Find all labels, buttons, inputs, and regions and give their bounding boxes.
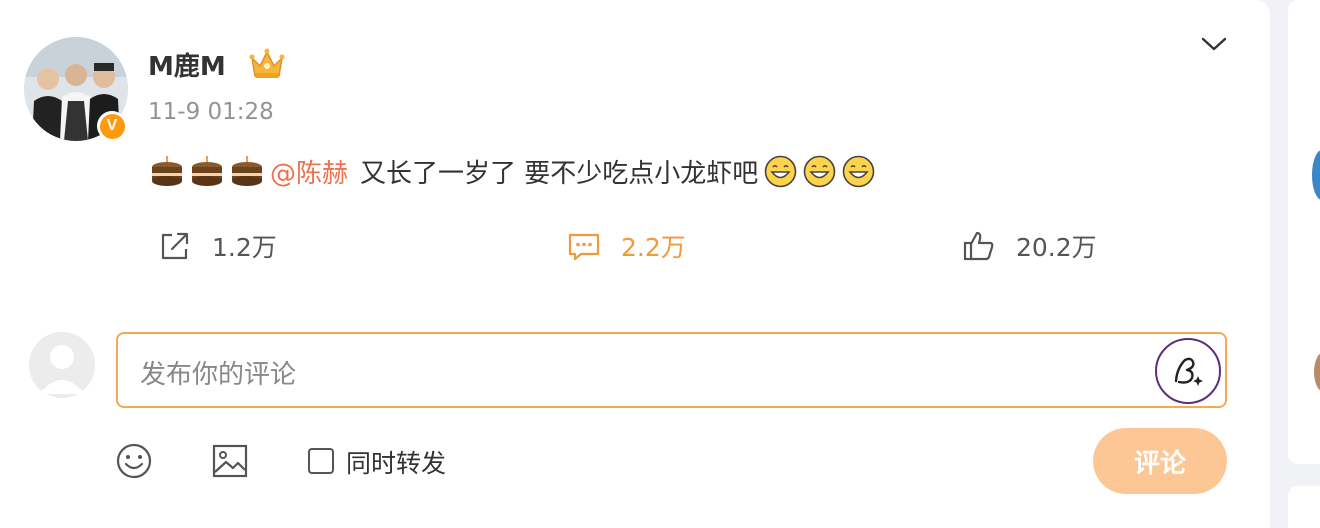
share-button[interactable]: 1.2万 <box>158 228 277 264</box>
cake-emoji-icon <box>192 156 222 186</box>
side-panel-edge <box>1288 0 1320 464</box>
post-content: @陈赫 又长了一岁了 要不少吃点小龙虾吧 <box>150 151 875 191</box>
ai-write-button[interactable] <box>1155 338 1221 404</box>
post-text: 又长了一岁了 要不少吃点小龙虾吧 <box>360 158 759 189</box>
comment-input-placeholder: 发布你的评论 <box>140 360 297 390</box>
comment-toolbar: 同时转发 评论 <box>0 428 1270 494</box>
submit-comment-button[interactable]: 评论 <box>1093 428 1227 494</box>
emoji-icon[interactable] <box>115 442 153 480</box>
verified-badge: V <box>97 111 127 141</box>
like-button[interactable]: 20.2万 <box>962 228 1097 264</box>
cake-emoji-icon <box>152 156 182 186</box>
like-count: 20.2万 <box>1016 233 1097 262</box>
pen-icon <box>1174 357 1203 386</box>
side-panel-edge-lower <box>1288 486 1320 528</box>
post-action-bar: 1.2万 2.2万 20.2万 <box>0 228 1270 272</box>
cake-emoji-icon <box>232 156 262 186</box>
comment-input[interactable]: 发布你的评论 <box>116 332 1227 408</box>
mention-link[interactable]: @陈赫 <box>270 153 348 190</box>
repost-checkbox[interactable] <box>308 448 334 474</box>
username[interactable]: M鹿M <box>148 46 226 83</box>
grin-emoji-icon <box>764 155 797 187</box>
crown-badge-icon[interactable] <box>248 46 286 82</box>
share-count: 1.2万 <box>212 233 277 262</box>
share-icon <box>161 232 189 260</box>
weibo-post-card: V M鹿M 11-9 01:28 @陈赫 又长了一岁了 要不少吃点小龙虾吧 1.… <box>0 0 1270 528</box>
comment-icon <box>568 233 600 261</box>
grin-emoji-icon <box>803 155 836 187</box>
chevron-down-icon[interactable] <box>1199 32 1229 56</box>
grin-emoji-icon <box>842 155 875 187</box>
current-user-avatar <box>29 332 95 398</box>
repost-label[interactable]: 同时转发 <box>346 444 446 480</box>
comment-count: 2.2万 <box>621 233 686 262</box>
post-timestamp[interactable]: 11-9 01:28 <box>148 99 274 125</box>
comment-button[interactable]: 2.2万 <box>567 228 686 264</box>
thumbs-up-icon <box>963 231 994 261</box>
image-icon[interactable] <box>211 442 249 480</box>
